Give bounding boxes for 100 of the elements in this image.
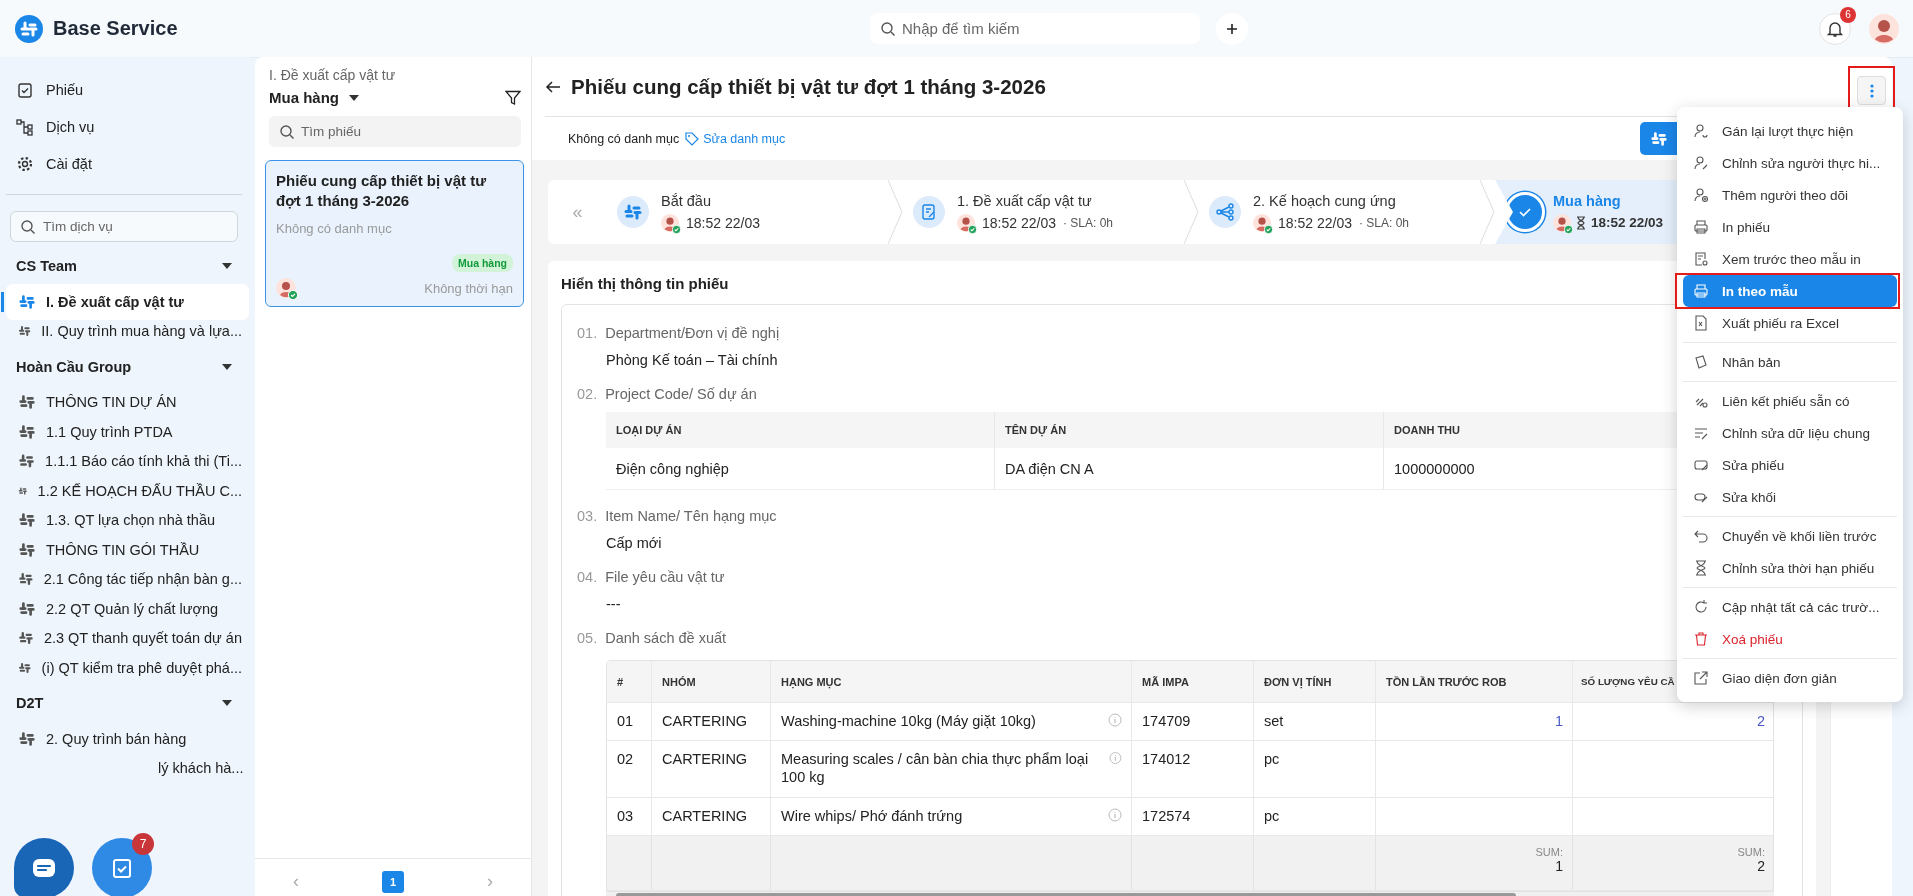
step-name: 2. Kế hoạch cung ứng	[1253, 192, 1396, 209]
table-cell: 2	[1756, 713, 1765, 729]
sidebar-item[interactable]: 2.3 QT thanh quyết toán dự án	[6, 627, 242, 649]
field-label: Danh sách đề xuất	[605, 630, 727, 646]
sidebar-item[interactable]: II. Quy trình mua hàng và lựa...	[6, 320, 242, 342]
menu-item[interactable]: Gán lại lượt thực hiện	[1683, 115, 1897, 147]
filter-dropdown[interactable]: Mua hàng	[269, 89, 359, 106]
sidebar-item[interactable]: THÔNG TIN GÓI THẦU	[6, 538, 242, 561]
menu-item[interactable]: Chuyển về khối liền trước	[1683, 520, 1897, 552]
search-field[interactable]: Tìm phiếu	[269, 116, 521, 147]
menu-item[interactable]: Cập nhật tất cả các trườ...	[1683, 591, 1897, 623]
menu-item[interactable]: Xem trước theo mẫu in	[1683, 243, 1897, 275]
sidebar-item[interactable]: 2.1 Công tác tiếp nhận bàn g...	[6, 568, 242, 590]
ticket-title: Phiếu cung cấp thiết bị vật tư đợt 1 tháng 3-2026	[276, 171, 488, 211]
table-cell: CARTERING	[662, 808, 748, 824]
step-sla: · SLA: 0h	[1358, 215, 1409, 230]
sidebar-item[interactable]: (i) QT kiểm tra phê duyệt phá...	[6, 656, 242, 679]
sidebar-item[interactable]: 2.2 QT Quản lý chất lượng	[6, 597, 242, 620]
column-header: ĐƠN VỊ TÍNH	[1264, 675, 1332, 688]
app-name: Base Service	[53, 17, 178, 40]
menu-item[interactable]: Giao diện đơn giản	[1683, 662, 1897, 694]
nav-item[interactable]: Cài đặt	[6, 145, 92, 182]
step-name: Bắt đầu	[661, 192, 711, 209]
step-time: 18:52 22/03	[982, 214, 1056, 231]
workflow-step[interactable]: 2. Kế hoạch cung ứng 18:52 22/03 · SLA: 0h	[1199, 180, 1495, 244]
group-header[interactable]: Hoàn Cầu Group	[6, 349, 242, 384]
menu-item[interactable]: Chỉnh sửa thời hạn phiếu	[1683, 552, 1897, 584]
ticket-card[interactable]: Phiếu cung cấp thiết bị vật tư đợt 1 tháng 3-2026 Không có danh mục Mua hàng Không thời hạn	[265, 160, 524, 307]
sidebar-item[interactable]: 1.1.1 Báo cáo tính khả thi (Ti...	[6, 450, 242, 472]
menu-item[interactable]: Chỉnh sửa người thực hi...	[1683, 147, 1897, 179]
workflow-step[interactable]: Bắt đầu 18:52 22/03	[607, 180, 903, 244]
table-cell: CARTERING	[662, 713, 748, 729]
sidebar-item[interactable]: THÔNG TIN DỰ ÁN	[6, 391, 242, 413]
menu-item[interactable]: In phiếu	[1683, 211, 1897, 243]
sum-value: 1	[1555, 858, 1563, 874]
table-cell: 01	[617, 713, 634, 729]
sum-label: SUM:	[1737, 846, 1765, 858]
menu-item[interactable]: Thêm người theo dõi	[1683, 179, 1897, 211]
column-header: TỒN LẦN TRƯỚC ROB	[1386, 675, 1507, 688]
field-number: 05.	[577, 630, 598, 646]
field-number: 03.	[577, 508, 598, 524]
table-cell: 1	[1554, 713, 1563, 729]
sum-label: SUM:	[1535, 846, 1563, 858]
menu-item[interactable]: Nhân bản	[1683, 346, 1897, 378]
ticket-category: Không có danh mục	[276, 221, 392, 236]
group-header[interactable]: D2T	[6, 686, 242, 720]
menu-item[interactable]: Sửa phiếu	[1683, 449, 1897, 481]
step-sla: · SLA: 0h	[1062, 215, 1113, 230]
table-cell: 174709	[1142, 713, 1191, 729]
step-name: 1. Đề xuất cấp vật tư	[957, 192, 1092, 209]
category-label: Không có danh mục	[568, 131, 680, 146]
stage-tag: Mua hàng	[452, 254, 513, 272]
sidebar-item[interactable]: 1.2 KẾ HOẠCH ĐẤU THẦU C...	[6, 479, 242, 502]
sidebar-item[interactable]: 2. Quy trình bán hàng	[6, 727, 242, 750]
menu-item[interactable]: In theo mẫu	[1683, 275, 1897, 307]
breadcrumb: I. Đề xuất cấp vật tư	[269, 67, 396, 83]
menu-item[interactable]: Liên kết phiếu sẵn có	[1683, 385, 1897, 417]
menu-item[interactable]: Chỉnh sửa dữ liệu chung	[1683, 417, 1897, 449]
field-label: File yêu cầu vật tư	[605, 569, 725, 585]
workflow-step[interactable]: Mua hàng 18:52 22/03	[1495, 180, 1677, 244]
table-cell: Wire whips/ Phớ đánh trứng	[781, 807, 963, 825]
column-header: MÃ IMPA	[1142, 675, 1189, 688]
table-cell: 03	[617, 808, 634, 824]
table-cell: pc	[1264, 808, 1280, 824]
group-header[interactable]: CS Team	[6, 249, 242, 283]
step-name: Mua hàng	[1553, 192, 1621, 209]
menu-item[interactable]: Xuất phiếu ra Excel	[1683, 307, 1897, 339]
menu-item[interactable]: Sửa khối	[1683, 481, 1897, 513]
field-number: 01.	[577, 325, 598, 341]
step-time: 18:52 22/03	[1278, 214, 1352, 231]
field-label: Department/Đơn vị đề nghị	[605, 325, 780, 341]
table-cell: 1000000000	[1394, 461, 1475, 477]
table-cell-text: Measuring scales / cân bàn chia thực phẩm loại 100 kg	[781, 750, 1090, 786]
column-header: #	[617, 675, 624, 688]
table-cell: 172574	[1142, 808, 1191, 824]
sidebar-item[interactable]: 1.1 Quy trình PTDA	[6, 420, 242, 443]
sidebar-item[interactable]: lý khách hà...	[158, 757, 244, 779]
search-field[interactable]: Nhập để tìm kiếm	[870, 13, 1200, 44]
field-label: Project Code/ Số dự án	[605, 386, 757, 402]
nav-item[interactable]: Dịch vụ	[6, 108, 95, 145]
nav-item[interactable]: Phiếu	[6, 71, 84, 108]
table-cell: set	[1264, 713, 1284, 729]
sidebar-item[interactable]: 1.3. QT lựa chọn nhà thầu	[6, 509, 242, 531]
field-number: 04.	[577, 569, 598, 585]
menu-item[interactable]: Xoá phiếu	[1683, 623, 1897, 655]
edit-category-link[interactable]: Sửa danh mục	[685, 131, 786, 146]
step-time: 18:52 22/03	[686, 214, 760, 231]
table-cell: CARTERING	[662, 751, 748, 767]
field-value: Phòng Kế toán – Tài chính	[606, 352, 778, 368]
search-field[interactable]: Tìm dịch vụ	[10, 211, 238, 242]
section-title: Hiển thị thông tin phiếu	[561, 275, 729, 292]
table-cell: DA điện CN A	[1005, 461, 1094, 477]
field-value: Cấp mới	[606, 535, 662, 551]
column-header: DOANH THU	[1394, 424, 1460, 436]
table-cell: Washing-machine 10kg (Máy giặt 10kg)	[781, 712, 1036, 730]
workflow-step[interactable]: 1. Đề xuất cấp vật tư 18:52 22/03 · SLA: 0h	[903, 180, 1199, 244]
field-number: 02.	[577, 386, 598, 402]
page-button[interactable]: 1	[382, 870, 404, 893]
ticket-deadline: Không thời hạn	[424, 280, 513, 296]
table-cell: Điện công nghiệp	[616, 461, 729, 477]
